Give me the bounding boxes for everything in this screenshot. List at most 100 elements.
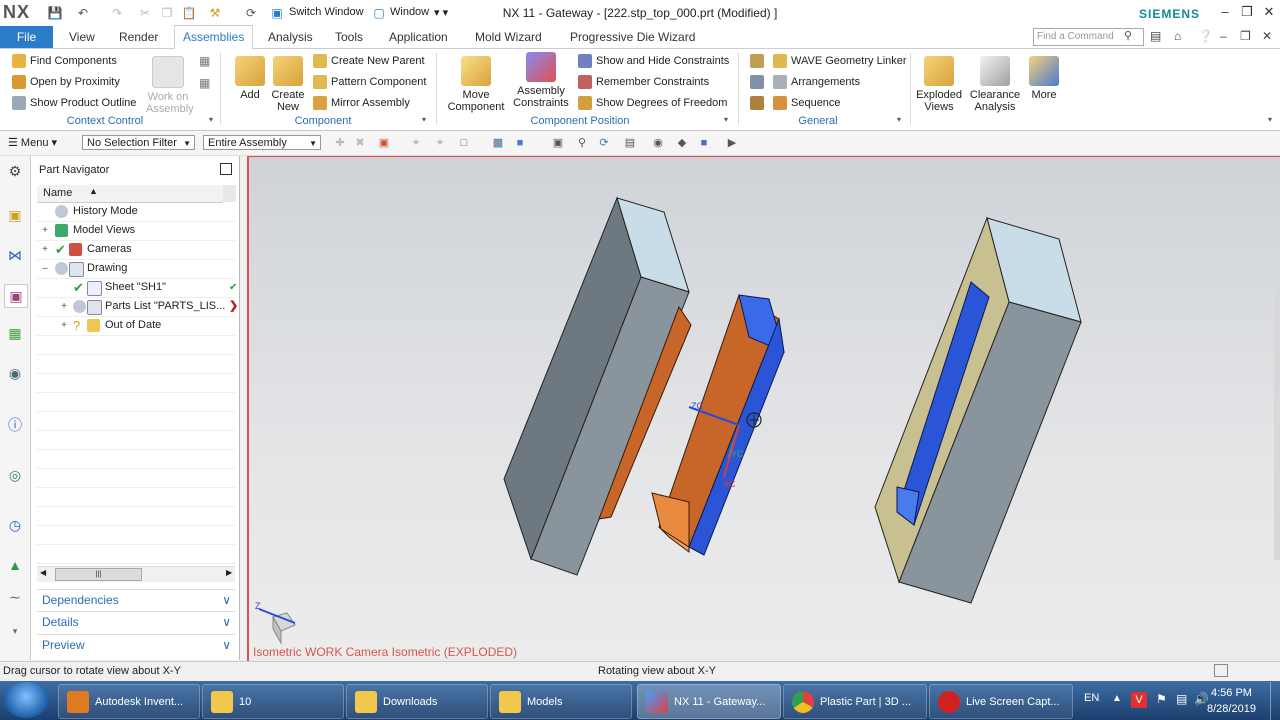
pick2-icon[interactable]: ✦ [432,135,448,151]
scroll-right-icon[interactable]: ▶ [226,568,232,577]
rotate-icon[interactable]: ⟳ [596,135,612,151]
close-icon[interactable]: ✕ [1260,4,1278,22]
list-item[interactable]: + Parts List "PARTS_LIS... ❯ [37,297,238,317]
dependencies-panel[interactable]: Dependencies ∨ [37,589,235,611]
tab-mold-wizard[interactable]: Mold Wizard [475,26,542,48]
list-item[interactable]: + ? Out of Date [37,316,235,336]
exploded-views-button[interactable]: Exploded Views [914,56,964,113]
model-view[interactable]: ZC YC XC Z [249,157,1280,661]
visual-icon[interactable]: ◉ [4,362,26,384]
part-navigator-icon[interactable]: ▣ [4,284,28,308]
tab-render[interactable]: Render [119,26,158,48]
show-hide-constraints-button[interactable]: Show and Hide Constraints [578,54,729,68]
mirror-assembly-button[interactable]: Mirror Assembly [313,96,410,110]
group-menu-chevron-icon[interactable]: ▾ [422,115,426,124]
tab-analysis[interactable]: Analysis [268,26,313,48]
assembly-constraints-button[interactable]: Assembly Constraints [510,52,572,109]
task-autodesk-inventor[interactable]: Autodesk Invent... [58,684,200,719]
ribbon-options-chevron-icon[interactable]: ▾ [1268,115,1272,124]
more-button[interactable]: More [1027,56,1061,101]
group-menu-chevron-icon[interactable]: ▾ [724,115,728,124]
create-new-component-button[interactable]: Create New [270,56,306,113]
context-extra2-icon[interactable]: ▦ [199,76,210,90]
snap-icon[interactable]: ▣ [376,135,392,151]
file-tab[interactable]: File [0,26,53,48]
general-tool-icon[interactable] [750,54,764,68]
tab-view[interactable]: View [69,26,95,48]
cube-icon[interactable]: ■ [512,135,528,151]
context-extra-icon[interactable]: ▦ [199,54,210,68]
rectangle-select-icon[interactable]: □ [456,135,472,151]
add-component-button[interactable]: Add [234,56,266,101]
assembly-navigator-icon[interactable]: ▣ [4,204,26,226]
search-icon[interactable]: ⚲ [1124,29,1132,42]
language-indicator[interactable]: EN [1084,692,1099,704]
shaded-icon[interactable]: ▩ [490,135,506,151]
create-new-parent-button[interactable]: Create New Parent [313,54,425,68]
arrangements-button[interactable]: Arrangements [773,75,860,89]
task-models[interactable]: Models [490,684,632,719]
selection-scope-dropdown[interactable]: Entire Assembly ▼ [203,135,321,150]
expand-icon[interactable]: + [59,297,69,316]
constraint-navigator-icon[interactable]: ⋈ [4,244,26,266]
tray-expand-icon[interactable]: ▲ [1112,693,1122,704]
select-all-icon[interactable]: ✚ [332,135,348,151]
roles-icon[interactable]: ∼ [4,586,26,608]
clearance-analysis-button[interactable]: Clearance Analysis [968,56,1022,113]
deselect-icon[interactable]: ✖ [352,135,368,151]
vertical-scrollbar[interactable] [223,185,236,202]
render-style-icon[interactable]: ◉ [650,135,666,151]
doc-minimize-icon[interactable]: – [1220,29,1227,43]
list-item[interactable]: History Mode [37,202,235,222]
selection-filter-dropdown[interactable]: No Selection Filter ▼ [82,135,195,150]
zoom-icon[interactable]: ⚲ [574,135,590,151]
resource-scroll-icon[interactable]: ▾ [4,620,26,642]
work-view-icon[interactable]: ■ [696,135,712,151]
help-icon[interactable]: ❔ [1198,29,1213,43]
task-downloads[interactable]: Downloads [346,684,488,719]
full-screen-icon[interactable] [1214,664,1228,677]
task-folder-10[interactable]: 10 [202,684,344,719]
history-icon[interactable]: ◷ [4,514,26,536]
general-tool2-icon[interactable] [750,75,764,89]
move-component-button[interactable]: Move Component [445,56,507,113]
tab-progressive-die-wizard[interactable]: Progressive Die Wizard [570,26,695,48]
task-chrome[interactable]: Plastic Part | 3D ... [783,684,927,719]
list-item[interactable]: ✔ Sheet "SH1" ✔ [37,278,237,298]
navigator-pin-icon[interactable] [220,163,232,175]
scroll-left-icon[interactable]: ◀ [40,568,46,577]
home-icon[interactable]: ⌂ [1174,29,1181,43]
web-browser-icon[interactable]: ◎ [4,464,26,486]
open-by-proximity-button[interactable]: Open by Proximity [12,75,120,89]
general-tool3-icon[interactable] [750,96,764,110]
wave-geometry-linker-button[interactable]: WAVE Geometry Linker [773,54,907,68]
restore-icon[interactable]: ❐ [1238,4,1256,22]
graphics-window[interactable]: ZC YC XC Z [247,156,1280,662]
clock-date[interactable]: 8/28/2019 [1207,703,1256,715]
mold-block-right[interactable] [874,216,1082,604]
tab-assemblies[interactable]: Assemblies [174,25,254,50]
show-hide-icon[interactable]: ▶ [724,135,740,151]
process-studio-icon[interactable]: ▲ [4,554,26,576]
task-screen-capture[interactable]: Live Screen Capt... [929,684,1073,719]
scroll-thumb[interactable]: ||| [55,568,142,581]
group-menu-chevron-icon[interactable]: ▾ [209,115,213,124]
details-panel[interactable]: Details ∨ [37,611,235,633]
clock-time[interactable]: 4:56 PM [1211,687,1252,699]
minimize-icon[interactable]: – [1216,4,1234,22]
collapse-icon[interactable]: – [40,259,50,278]
tab-application[interactable]: Application [389,26,448,48]
sequence-button[interactable]: Sequence [773,96,841,110]
pick-icon[interactable]: ✦ [408,135,424,151]
expand-icon[interactable]: + [40,240,50,259]
settings-icon[interactable]: ⚙ [4,160,26,182]
expand-icon[interactable]: + [40,221,50,240]
network-icon[interactable]: ▤ [1176,692,1187,706]
pattern-component-button[interactable]: Pattern Component [313,75,426,89]
views-icon[interactable]: ▤ [622,135,638,151]
window-layout-icon[interactable]: ▤ [1150,29,1161,43]
orient-icon[interactable]: ◆ [674,135,690,151]
find-components-button[interactable]: Find Components [12,54,117,68]
list-item[interactable]: + Model Views [37,221,235,241]
list-item[interactable]: + ✔ Cameras [37,240,235,260]
